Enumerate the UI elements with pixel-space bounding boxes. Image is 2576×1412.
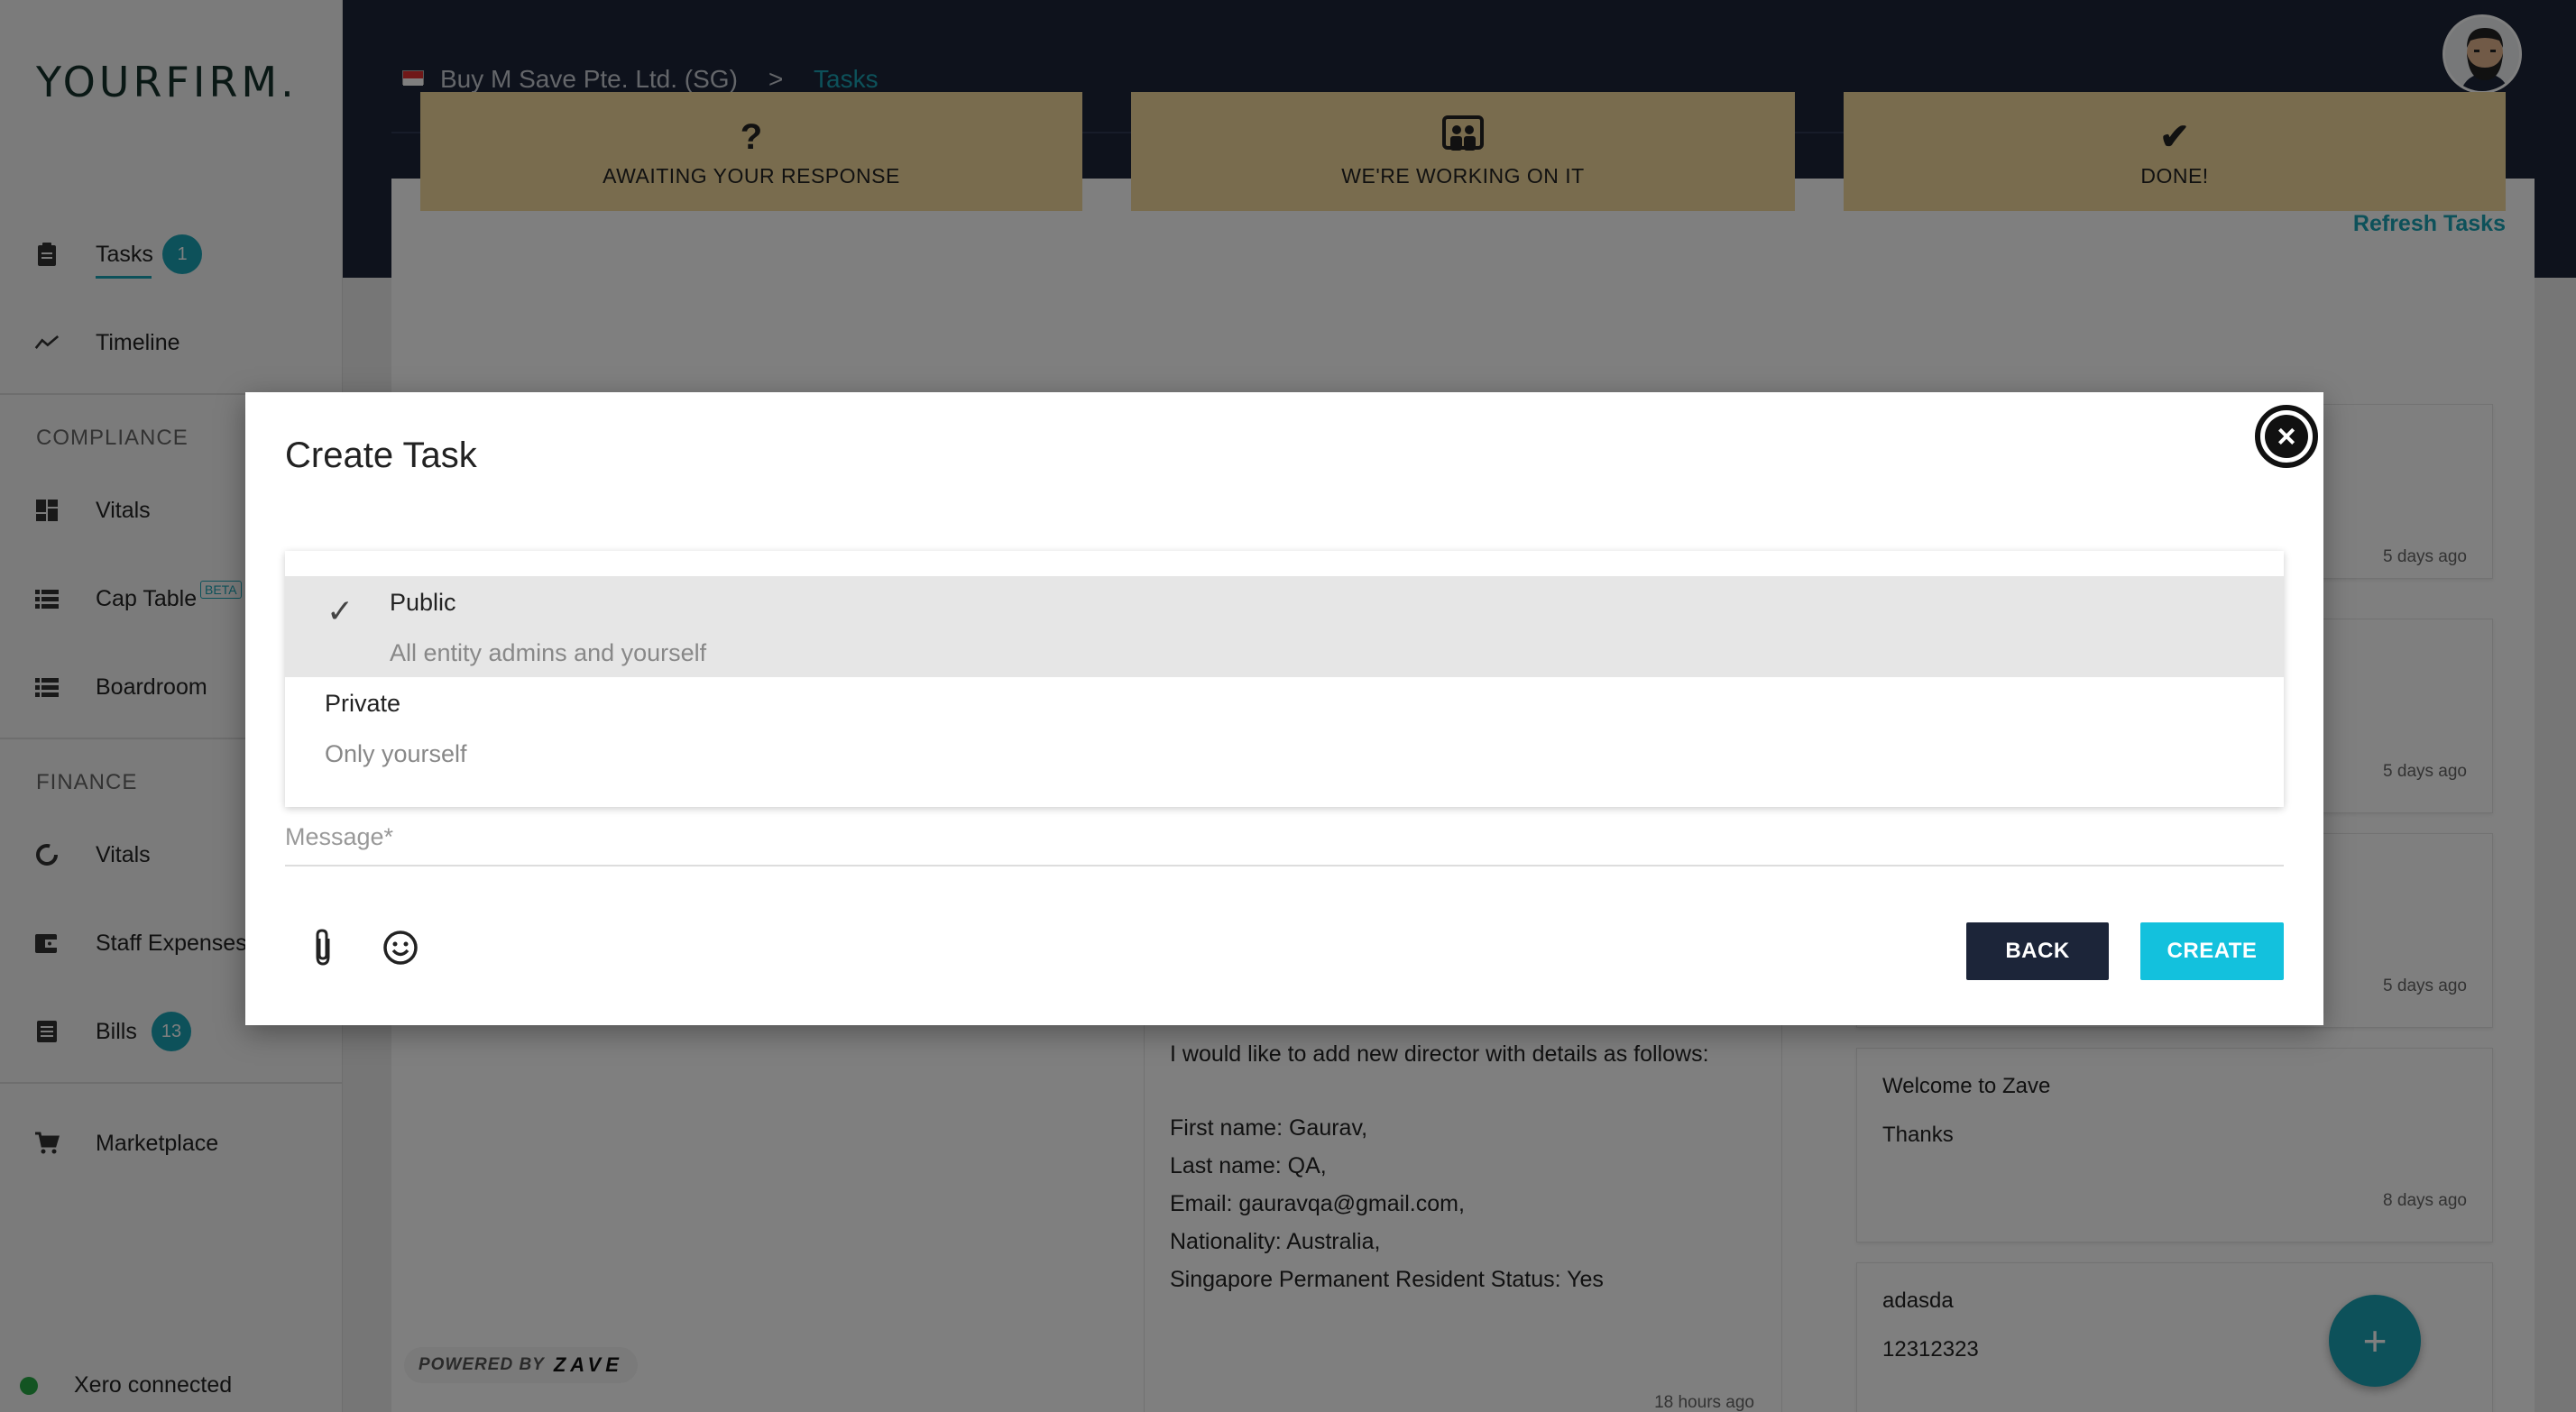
- dialog-title: Create Task: [285, 436, 477, 475]
- option-description: All entity admins and yourself: [390, 639, 707, 666]
- visibility-option-private[interactable]: Private Only yourself: [285, 677, 2284, 778]
- checkmark-icon: ✓: [327, 592, 354, 629]
- attach-button[interactable]: [548, 926, 592, 969]
- visibility-option-public[interactable]: ✓ Public All entity admins and yourself: [285, 576, 2284, 677]
- close-dialog-button[interactable]: ×: [2255, 405, 2318, 468]
- option-description: Only yourself: [325, 740, 467, 767]
- attachment-icon[interactable]: [301, 926, 345, 969]
- create-button[interactable]: CREATE: [2140, 922, 2284, 980]
- create-task-dialog: Create Task × ✓ Public All entity admins…: [245, 392, 2323, 1025]
- close-icon: ×: [2265, 415, 2308, 458]
- emoji-icon[interactable]: [379, 926, 422, 969]
- visibility-dropdown: ✓ Public All entity admins and yourself …: [285, 551, 2284, 807]
- option-label: Private: [325, 690, 401, 717]
- option-label: Public: [390, 589, 456, 616]
- back-button[interactable]: BACK: [1966, 922, 2109, 980]
- message-input[interactable]: Message*: [285, 823, 2284, 866]
